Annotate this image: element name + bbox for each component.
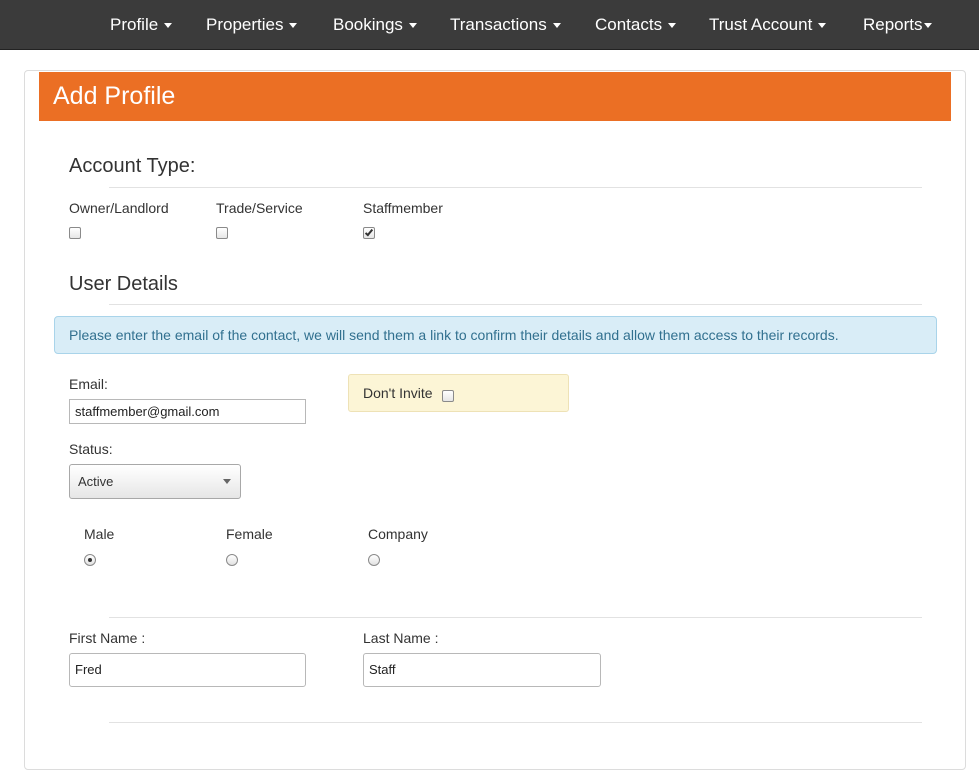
chevron-down-icon: [923, 23, 932, 29]
status-label: Status:: [69, 441, 113, 457]
dont-invite-checkbox[interactable]: [442, 390, 454, 402]
account-type-heading: Account Type:: [69, 155, 196, 177]
nav-transactions-label: Transactions: [450, 15, 547, 34]
chevron-down-icon: [552, 23, 561, 29]
email-field[interactable]: staffmember@gmail.com: [69, 399, 306, 424]
nav-reports-label: Reports: [863, 15, 923, 34]
first-name-label: First Name :: [69, 630, 146, 646]
owner-landlord-label: Owner/Landlord: [69, 200, 169, 216]
trade-service-label: Trade/Service: [216, 200, 303, 216]
dont-invite-box: Don't Invite: [348, 374, 569, 412]
user-details-heading: User Details: [69, 273, 178, 295]
page-title: Add Profile: [53, 82, 176, 110]
female-label: Female: [226, 526, 273, 542]
nav-bookings-label: Bookings: [333, 15, 403, 34]
nav-trust-account-label: Trust Account: [709, 15, 813, 34]
nav-reports[interactable]: Reports: [863, 0, 932, 50]
nav-properties[interactable]: Properties: [206, 0, 298, 50]
nav-contacts-label: Contacts: [595, 15, 663, 34]
first-name-field[interactable]: Fred: [69, 653, 306, 687]
status-select-value: Active: [78, 474, 114, 489]
email-label: Email:: [69, 376, 108, 392]
nav-properties-label: Properties: [206, 15, 284, 34]
nav-contacts[interactable]: Contacts: [595, 0, 677, 50]
male-radio[interactable]: [84, 554, 96, 566]
nav-profile-label: Profile: [110, 15, 159, 34]
info-alert: Please enter the email of the contact, w…: [54, 316, 937, 354]
chevron-down-icon: [668, 23, 677, 29]
dont-invite-label: Don't Invite: [363, 385, 433, 401]
nav-transactions[interactable]: Transactions: [450, 0, 561, 50]
checkmark-icon: [364, 227, 374, 237]
staffmember-checkbox[interactable]: [363, 227, 375, 239]
status-select[interactable]: Active: [69, 464, 241, 499]
divider: [109, 617, 922, 618]
last-name-label: Last Name :: [363, 630, 439, 646]
divider: [109, 722, 922, 723]
radio-dot-icon: [88, 558, 92, 562]
female-radio[interactable]: [226, 554, 238, 566]
staffmember-label: Staffmember: [363, 200, 443, 216]
company-label: Company: [368, 526, 428, 542]
last-name-field[interactable]: Staff: [363, 653, 601, 687]
male-label: Male: [84, 526, 115, 542]
nav-profile[interactable]: Profile: [110, 0, 173, 50]
chevron-down-icon: [289, 23, 298, 29]
company-radio[interactable]: [368, 554, 380, 566]
nav-trust-account[interactable]: Trust Account: [709, 0, 827, 50]
chevron-down-icon: [408, 23, 417, 29]
trade-service-checkbox[interactable]: [216, 227, 228, 239]
nav-bookings[interactable]: Bookings: [333, 0, 417, 50]
owner-landlord-checkbox[interactable]: [69, 227, 81, 239]
divider: [109, 187, 922, 188]
top-navbar: Profile Properties Bookings Transactions…: [0, 0, 979, 50]
dropdown-arrow-icon: [223, 479, 231, 484]
panel-header: Add Profile: [39, 72, 951, 121]
divider: [109, 304, 922, 305]
chevron-down-icon: [164, 23, 173, 29]
chevron-down-icon: [818, 23, 827, 29]
